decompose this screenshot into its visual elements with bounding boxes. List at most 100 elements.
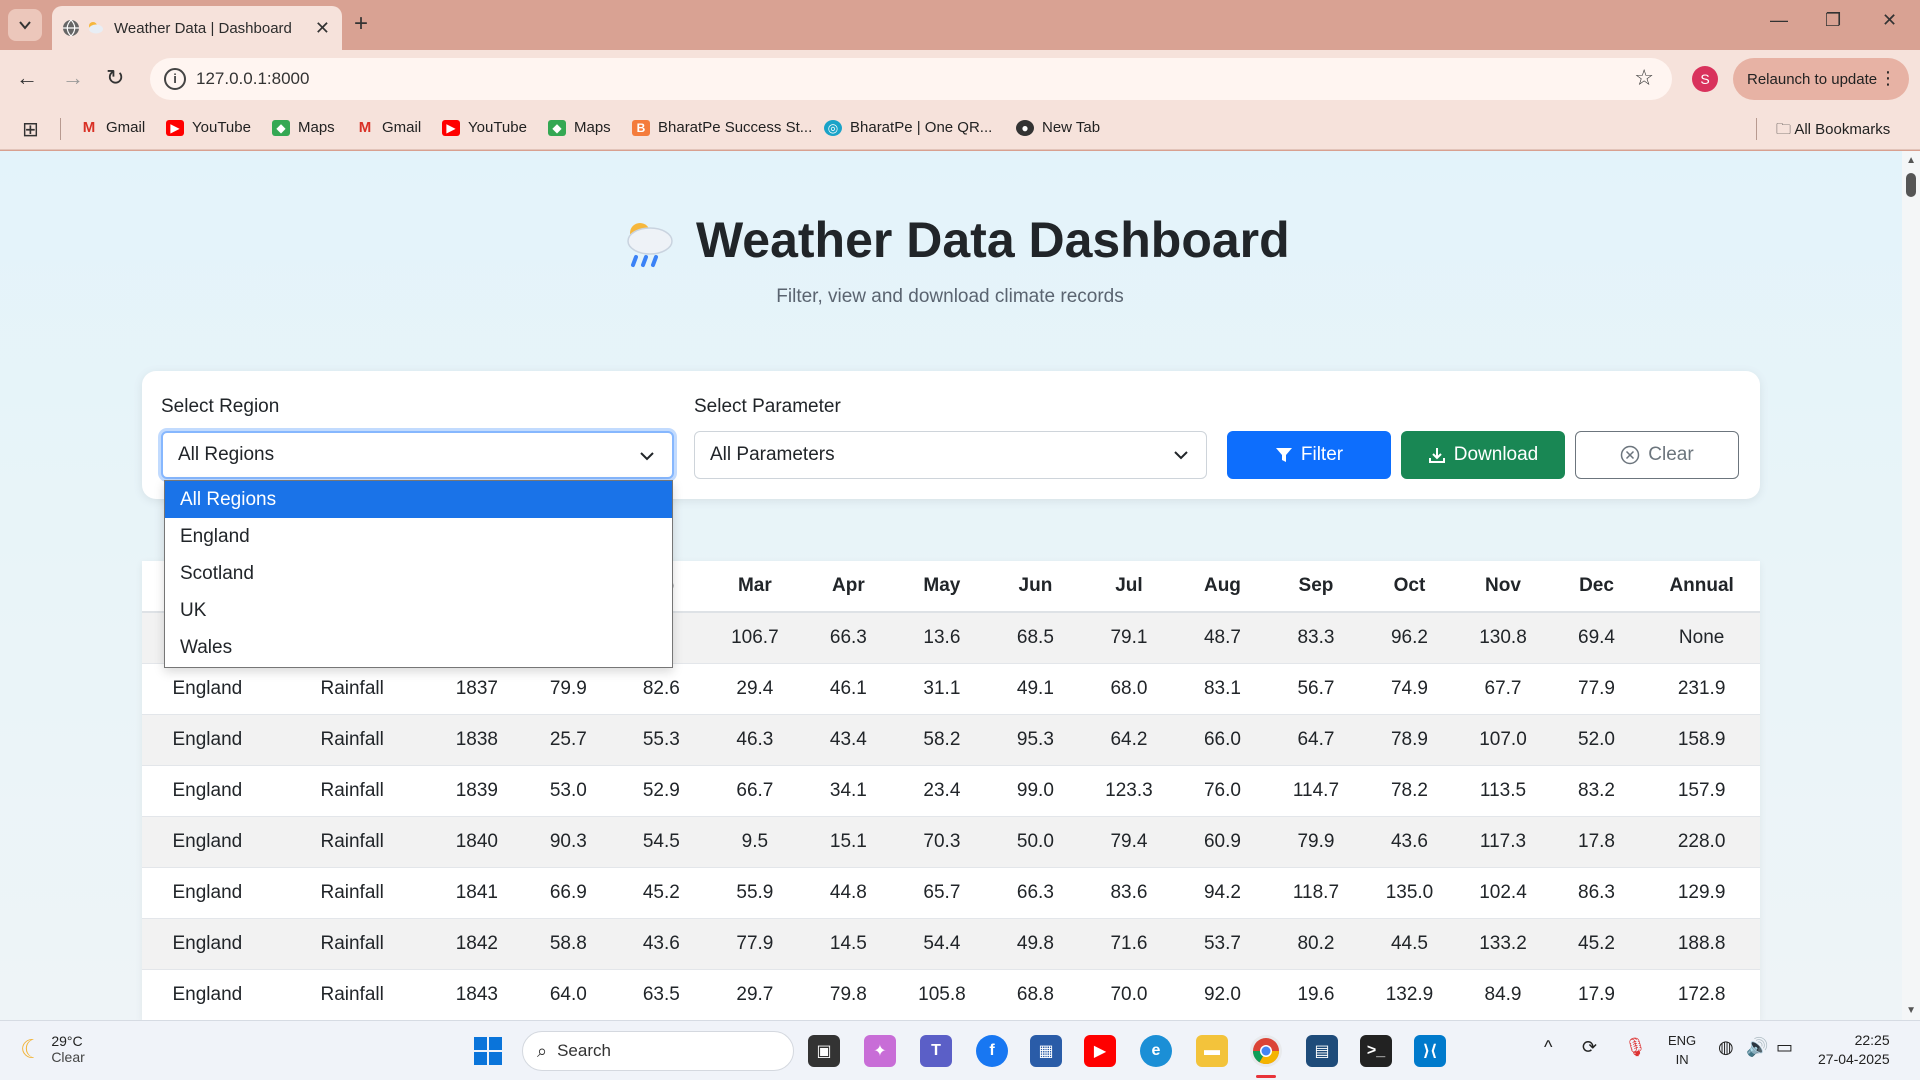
table-cell: 1838 <box>431 714 523 766</box>
scroll-down-arrow-icon[interactable]: ▼ <box>1906 1005 1916 1016</box>
network-globe-icon[interactable]: ◍ <box>1718 1037 1734 1058</box>
bookmark-star-icon[interactable]: ☆ <box>1634 65 1654 91</box>
table-cell: 17.9 <box>1549 969 1644 1020</box>
profile-avatar[interactable]: S <box>1692 66 1718 92</box>
table-cell: 52.0 <box>1549 714 1644 766</box>
table-cell: 1843 <box>431 969 523 1020</box>
table-cell: 46.3 <box>708 714 802 766</box>
table-cell: 31.1 <box>895 663 989 715</box>
table-cell: 17.8 <box>1549 816 1644 868</box>
windows-start-icon[interactable] <box>472 1035 504 1067</box>
apps-grid-icon[interactable]: ⊞ <box>22 117 39 142</box>
relaunch-to-update-button[interactable]: Relaunch to update ⋮ <box>1733 58 1909 100</box>
bookmark-youtube[interactable]: ▶ YouTube <box>166 119 251 136</box>
table-cell: 74.9 <box>1362 663 1457 715</box>
all-bookmarks-button[interactable]: 🗀 All Bookmarks <box>1776 119 1890 144</box>
bookmark-bharatpe-success[interactable]: B BharatPe Success St... <box>632 119 812 136</box>
minimize-icon[interactable]: — <box>1770 10 1788 31</box>
table-row: England Rainfall 1843 64.0 63.5 29.7 79.8 105.8… <box>142 969 1760 1020</box>
task-view-icon[interactable]: ▣ <box>808 1035 840 1067</box>
table-cell: Rainfall <box>272 969 432 1020</box>
table-cell: 107.0 <box>1456 714 1550 766</box>
bookmark-gmail-2[interactable]: M Gmail <box>356 119 421 136</box>
table-cell: Rainfall <box>272 765 432 817</box>
region-option-uk[interactable]: UK <box>165 592 672 629</box>
site-info-icon[interactable]: i <box>164 68 186 90</box>
table-cell: 79.8 <box>801 969 896 1020</box>
tab-search-button[interactable] <box>8 9 42 41</box>
address-bar[interactable]: i 127.0.0.1:8000 ☆ <box>150 58 1672 100</box>
table-cell: 83.6 <box>1082 867 1176 919</box>
bookmark-maps-2[interactable]: ◆ Maps <box>548 119 611 136</box>
bookmark-maps[interactable]: ◆ Maps <box>272 119 335 136</box>
bookmarks-divider <box>60 118 61 140</box>
table-cell: Rainfall <box>272 816 432 868</box>
forward-arrow-icon[interactable]: → <box>62 65 84 91</box>
edge-icon[interactable]: e <box>1140 1035 1172 1067</box>
scroll-up-arrow-icon[interactable]: ▲ <box>1906 155 1916 166</box>
tray-chevron-up-icon[interactable]: ^ <box>1544 1037 1552 1058</box>
table-cell: 76.0 <box>1175 765 1270 817</box>
filter-button[interactable]: Filter <box>1227 431 1391 479</box>
region-option-england[interactable]: England <box>165 518 672 555</box>
table-cell: 102.4 <box>1456 867 1550 919</box>
maps-icon: ◆ <box>272 119 290 136</box>
teams-icon[interactable]: T <box>920 1035 952 1067</box>
table-cell: 66.3 <box>801 612 896 664</box>
maps-icon: ◆ <box>548 119 566 136</box>
region-option-scotland[interactable]: Scotland <box>165 555 672 592</box>
parameter-select[interactable]: All Parameters <box>694 431 1207 479</box>
table-cell: 79.9 <box>522 663 615 715</box>
restore-icon[interactable]: ❐ <box>1825 10 1841 31</box>
battery-icon[interactable]: ▭ <box>1776 1037 1793 1058</box>
window-close-icon[interactable]: ✕ <box>1882 10 1897 31</box>
table-cell: 64.7 <box>1269 714 1363 766</box>
chrome-icon[interactable] <box>1250 1035 1282 1067</box>
table-cell: 135.0 <box>1362 867 1457 919</box>
download-button[interactable]: Download <box>1401 431 1565 479</box>
store-icon[interactable]: ▦ <box>1030 1035 1062 1067</box>
terminal-icon[interactable]: >_ <box>1360 1035 1392 1067</box>
table-cell: 45.2 <box>614 867 709 919</box>
copilot-icon[interactable]: ✦ <box>864 1035 896 1067</box>
language-indicator[interactable]: ENG IN <box>1668 1031 1696 1069</box>
table-cell: 86.3 <box>1549 867 1644 919</box>
tab-weather-dashboard[interactable]: Weather Data | Dashboard ✕ <box>52 6 342 50</box>
close-icon[interactable]: ✕ <box>315 18 330 39</box>
weather-temp: 29°C <box>51 1033 83 1049</box>
clear-button[interactable]: Clear <box>1575 431 1739 479</box>
bookmark-youtube-2[interactable]: ▶ YouTube <box>442 119 527 136</box>
bharatpe-qr-icon: ◎ <box>824 119 842 136</box>
youtube-app-icon[interactable]: ▶ <box>1084 1035 1116 1067</box>
taskbar-search[interactable]: ⌕ Search <box>522 1031 794 1071</box>
new-tab-plus-icon[interactable]: + <box>354 10 368 38</box>
table-cell: 58.8 <box>522 918 615 970</box>
microphone-icon[interactable]: 🎙 <box>1624 1037 1647 1058</box>
bookmark-gmail[interactable]: M Gmail <box>80 119 145 136</box>
table-cell: 83.1 <box>1175 663 1270 715</box>
file-explorer-icon[interactable]: ▬ <box>1196 1035 1228 1067</box>
volume-icon[interactable]: 🔊 <box>1746 1037 1768 1058</box>
weather-widget[interactable]: ☾ 29°C Clear <box>20 1033 85 1065</box>
bookmark-bharatpe-qr[interactable]: ◎ BharatPe | One QR... <box>824 119 992 136</box>
scrollbar-thumb[interactable] <box>1906 173 1916 197</box>
table-cell: 71.6 <box>1082 918 1176 970</box>
reload-icon[interactable]: ↻ <box>106 65 124 91</box>
back-arrow-icon[interactable]: ← <box>16 65 38 91</box>
sync-icon[interactable]: ⟳ <box>1582 1037 1597 1058</box>
region-option-wales[interactable]: Wales <box>165 629 672 666</box>
table-cell: 29.7 <box>708 969 802 1020</box>
table-cell: 34.1 <box>801 765 896 817</box>
gmail-icon: M <box>358 118 372 136</box>
table-cell: 1842 <box>431 918 523 970</box>
column-header: Mar <box>708 561 802 613</box>
facebook-icon[interactable]: f <box>976 1035 1008 1067</box>
vscode-icon[interactable]: ⟩⟨ <box>1414 1035 1446 1067</box>
scrollbar[interactable]: ▲ ▼ <box>1902 151 1920 1020</box>
table-cell: 130.8 <box>1456 612 1550 664</box>
region-option-all[interactable]: All Regions <box>165 481 672 518</box>
system-clock[interactable]: 22:25 27-04-2025 <box>1818 1031 1890 1069</box>
region-select[interactable]: All Regions <box>161 431 674 479</box>
python-idle-icon[interactable]: ▤ <box>1306 1035 1338 1067</box>
bookmark-new-tab[interactable]: ● New Tab <box>1016 119 1100 136</box>
